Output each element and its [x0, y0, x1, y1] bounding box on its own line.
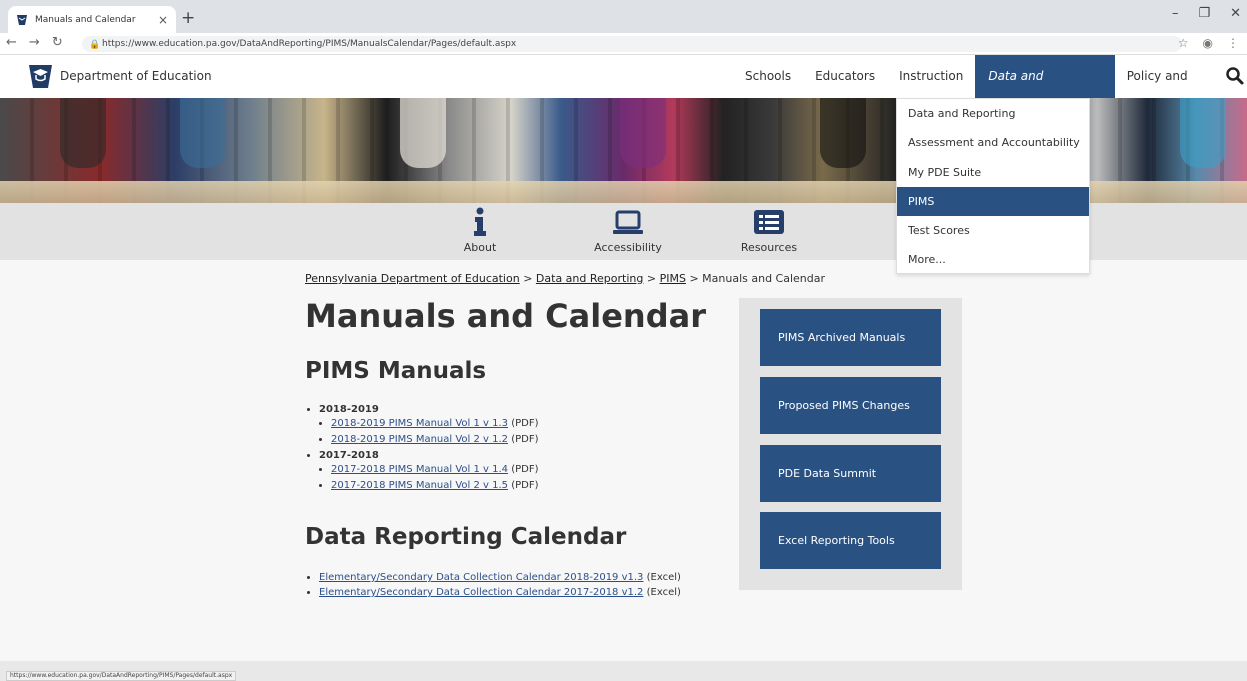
- manuals-list: 2018-2019 2018-2019 PIMS Manual Vol 1 v …: [305, 404, 539, 496]
- forward-arrow-icon[interactable]: →: [29, 35, 40, 50]
- toolbar-right-icons: ☆ ◉ ⋮: [1178, 36, 1239, 50]
- breadcrumb-pde[interactable]: Pennsylvania Department of Education: [305, 272, 520, 285]
- back-arrow-icon[interactable]: ←: [6, 35, 17, 50]
- new-tab-button[interactable]: +: [181, 8, 195, 28]
- bookmark-star-icon[interactable]: ☆: [1178, 36, 1189, 50]
- search-icon[interactable]: [1225, 66, 1245, 86]
- hero-shape: [400, 98, 446, 168]
- about-link[interactable]: About: [458, 207, 502, 254]
- file-type: (PDF): [511, 464, 539, 475]
- pims-manuals-heading: PIMS Manuals: [305, 358, 487, 384]
- restore-icon[interactable]: ❐: [1198, 6, 1210, 21]
- accessibility-link[interactable]: Accessibility: [592, 207, 664, 254]
- browser-nav-buttons: ← → ↻: [6, 35, 63, 50]
- list-item: Elementary/Secondary Data Collection Cal…: [319, 587, 681, 598]
- breadcrumb-separator: >: [646, 272, 657, 285]
- address-bar[interactable]: 🔒 https://www.education.pa.gov/DataAndRe…: [82, 36, 1182, 52]
- main-nav: Schools Educators Instruction Data and R…: [733, 55, 1247, 126]
- manual-link[interactable]: 2017-2018 PIMS Manual Vol 1 v 1.4: [331, 464, 508, 475]
- minimize-icon[interactable]: –: [1172, 6, 1179, 21]
- calendar-list: Elementary/Secondary Data Collection Cal…: [305, 572, 681, 600]
- hero-shape: [1180, 98, 1226, 168]
- list-item: 2017-2018 PIMS Manual Vol 1 v 1.4 (PDF): [331, 464, 539, 475]
- dropdown-item-pims[interactable]: PIMS: [897, 186, 1089, 217]
- calendar-link[interactable]: Elementary/Secondary Data Collection Cal…: [319, 572, 643, 583]
- breadcrumb-data-and-reporting[interactable]: Data and Reporting: [536, 272, 643, 285]
- calendar-link[interactable]: Elementary/Secondary Data Collection Cal…: [319, 587, 643, 598]
- nav-schools[interactable]: Schools: [733, 55, 803, 98]
- dropdown-item-my-pde-suite[interactable]: My PDE Suite: [897, 158, 1089, 187]
- hero-shape: [60, 98, 106, 168]
- tab-title: Manuals and Calendar: [35, 14, 136, 25]
- dropdown-item-data-and-reporting[interactable]: Data and Reporting: [897, 99, 1089, 128]
- url-text: https://www.education.pa.gov/DataAndRepo…: [102, 39, 517, 49]
- breadcrumb: Pennsylvania Department of Education > D…: [305, 272, 825, 285]
- dropdown-item-test-scores[interactable]: Test Scores: [897, 216, 1089, 245]
- list-item: 2017-2018 PIMS Manual Vol 2 v 1.5 (PDF): [331, 480, 539, 491]
- laptop-icon: [613, 210, 643, 234]
- info-icon: [474, 207, 486, 236]
- breadcrumb-separator: >: [523, 272, 533, 285]
- browser-toolbar: ← → ↻ 🔒 https://www.education.pa.gov/Dat…: [0, 33, 1247, 55]
- list-item: 2017-2018 2017-2018 PIMS Manual Vol 1 v …: [319, 450, 539, 491]
- file-type: (PDF): [511, 418, 539, 429]
- lock-icon: 🔒: [89, 40, 101, 50]
- tab-close-icon[interactable]: ×: [158, 13, 168, 27]
- file-type: (PDF): [511, 480, 539, 491]
- window-controls: – ❐ ✕: [1172, 6, 1241, 21]
- window-close-icon[interactable]: ✕: [1230, 6, 1241, 21]
- accessibility-label: Accessibility: [594, 241, 662, 254]
- breadcrumb-current: Manuals and Calendar: [702, 272, 826, 285]
- keystone-logo-icon[interactable]: [27, 63, 54, 90]
- proposed-pims-changes-button[interactable]: Proposed PIMS Changes: [760, 377, 941, 434]
- menu-kebab-icon[interactable]: ⋮: [1227, 36, 1239, 50]
- dropdown-item-more[interactable]: More...: [897, 245, 1089, 274]
- file-type: (Excel): [646, 572, 681, 583]
- data-and-reporting-dropdown: Data and Reporting Assessment and Accoun…: [896, 98, 1090, 274]
- resources-link[interactable]: Resources: [733, 207, 805, 254]
- resources-label: Resources: [740, 241, 798, 254]
- site-name[interactable]: Department of Education: [60, 69, 212, 83]
- sidebar-panel: PIMS Archived Manuals Proposed PIMS Chan…: [739, 298, 962, 590]
- status-bar-url: https://www.education.pa.gov/DataAndRepo…: [6, 671, 237, 681]
- dropdown-item-assessment[interactable]: Assessment and Accountability: [897, 128, 1089, 157]
- manual-link[interactable]: 2018-2019 PIMS Manual Vol 1 v 1.3: [331, 418, 508, 429]
- pa-keystone-favicon-icon: [17, 14, 27, 25]
- hero-shape: [180, 98, 226, 168]
- nav-educators[interactable]: Educators: [803, 55, 887, 98]
- reload-icon[interactable]: ↻: [52, 35, 63, 50]
- file-type: (Excel): [646, 587, 681, 598]
- hero-shape: [620, 98, 666, 168]
- excel-reporting-tools-button[interactable]: Excel Reporting Tools: [760, 512, 941, 569]
- browser-tab[interactable]: Manuals and Calendar ×: [8, 6, 176, 33]
- manual-link[interactable]: 2017-2018 PIMS Manual Vol 2 v 1.5: [331, 480, 508, 491]
- breadcrumb-separator: >: [689, 272, 699, 285]
- file-type: (PDF): [511, 434, 539, 445]
- pde-data-summit-button[interactable]: PDE Data Summit: [760, 445, 941, 502]
- calendar-heading: Data Reporting Calendar: [305, 524, 627, 550]
- browser-tabstrip: Manuals and Calendar × + – ❐ ✕: [0, 0, 1247, 33]
- nav-instruction[interactable]: Instruction: [887, 55, 975, 98]
- nav-data-and-reporting[interactable]: Data and Reporting: [975, 55, 1115, 126]
- page-title: Manuals and Calendar: [305, 297, 706, 335]
- list-item: Elementary/Secondary Data Collection Cal…: [319, 572, 681, 583]
- about-label: About: [463, 241, 497, 254]
- profile-icon[interactable]: ◉: [1203, 36, 1213, 50]
- list-item: 2018-2019 2018-2019 PIMS Manual Vol 1 v …: [319, 404, 539, 445]
- list-icon: [754, 210, 784, 234]
- site-header: Department of Education Schools Educator…: [0, 55, 1247, 126]
- pims-archived-manuals-button[interactable]: PIMS Archived Manuals: [760, 309, 941, 366]
- list-item: 2018-2019 PIMS Manual Vol 1 v 1.3 (PDF): [331, 418, 539, 429]
- year-label: 2018-2019: [319, 404, 379, 415]
- manual-link[interactable]: 2018-2019 PIMS Manual Vol 2 v 1.2: [331, 434, 508, 445]
- hero-shape: [820, 98, 866, 168]
- list-item: 2018-2019 PIMS Manual Vol 2 v 1.2 (PDF): [331, 434, 539, 445]
- breadcrumb-pims[interactable]: PIMS: [660, 272, 686, 285]
- year-label: 2017-2018: [319, 450, 379, 461]
